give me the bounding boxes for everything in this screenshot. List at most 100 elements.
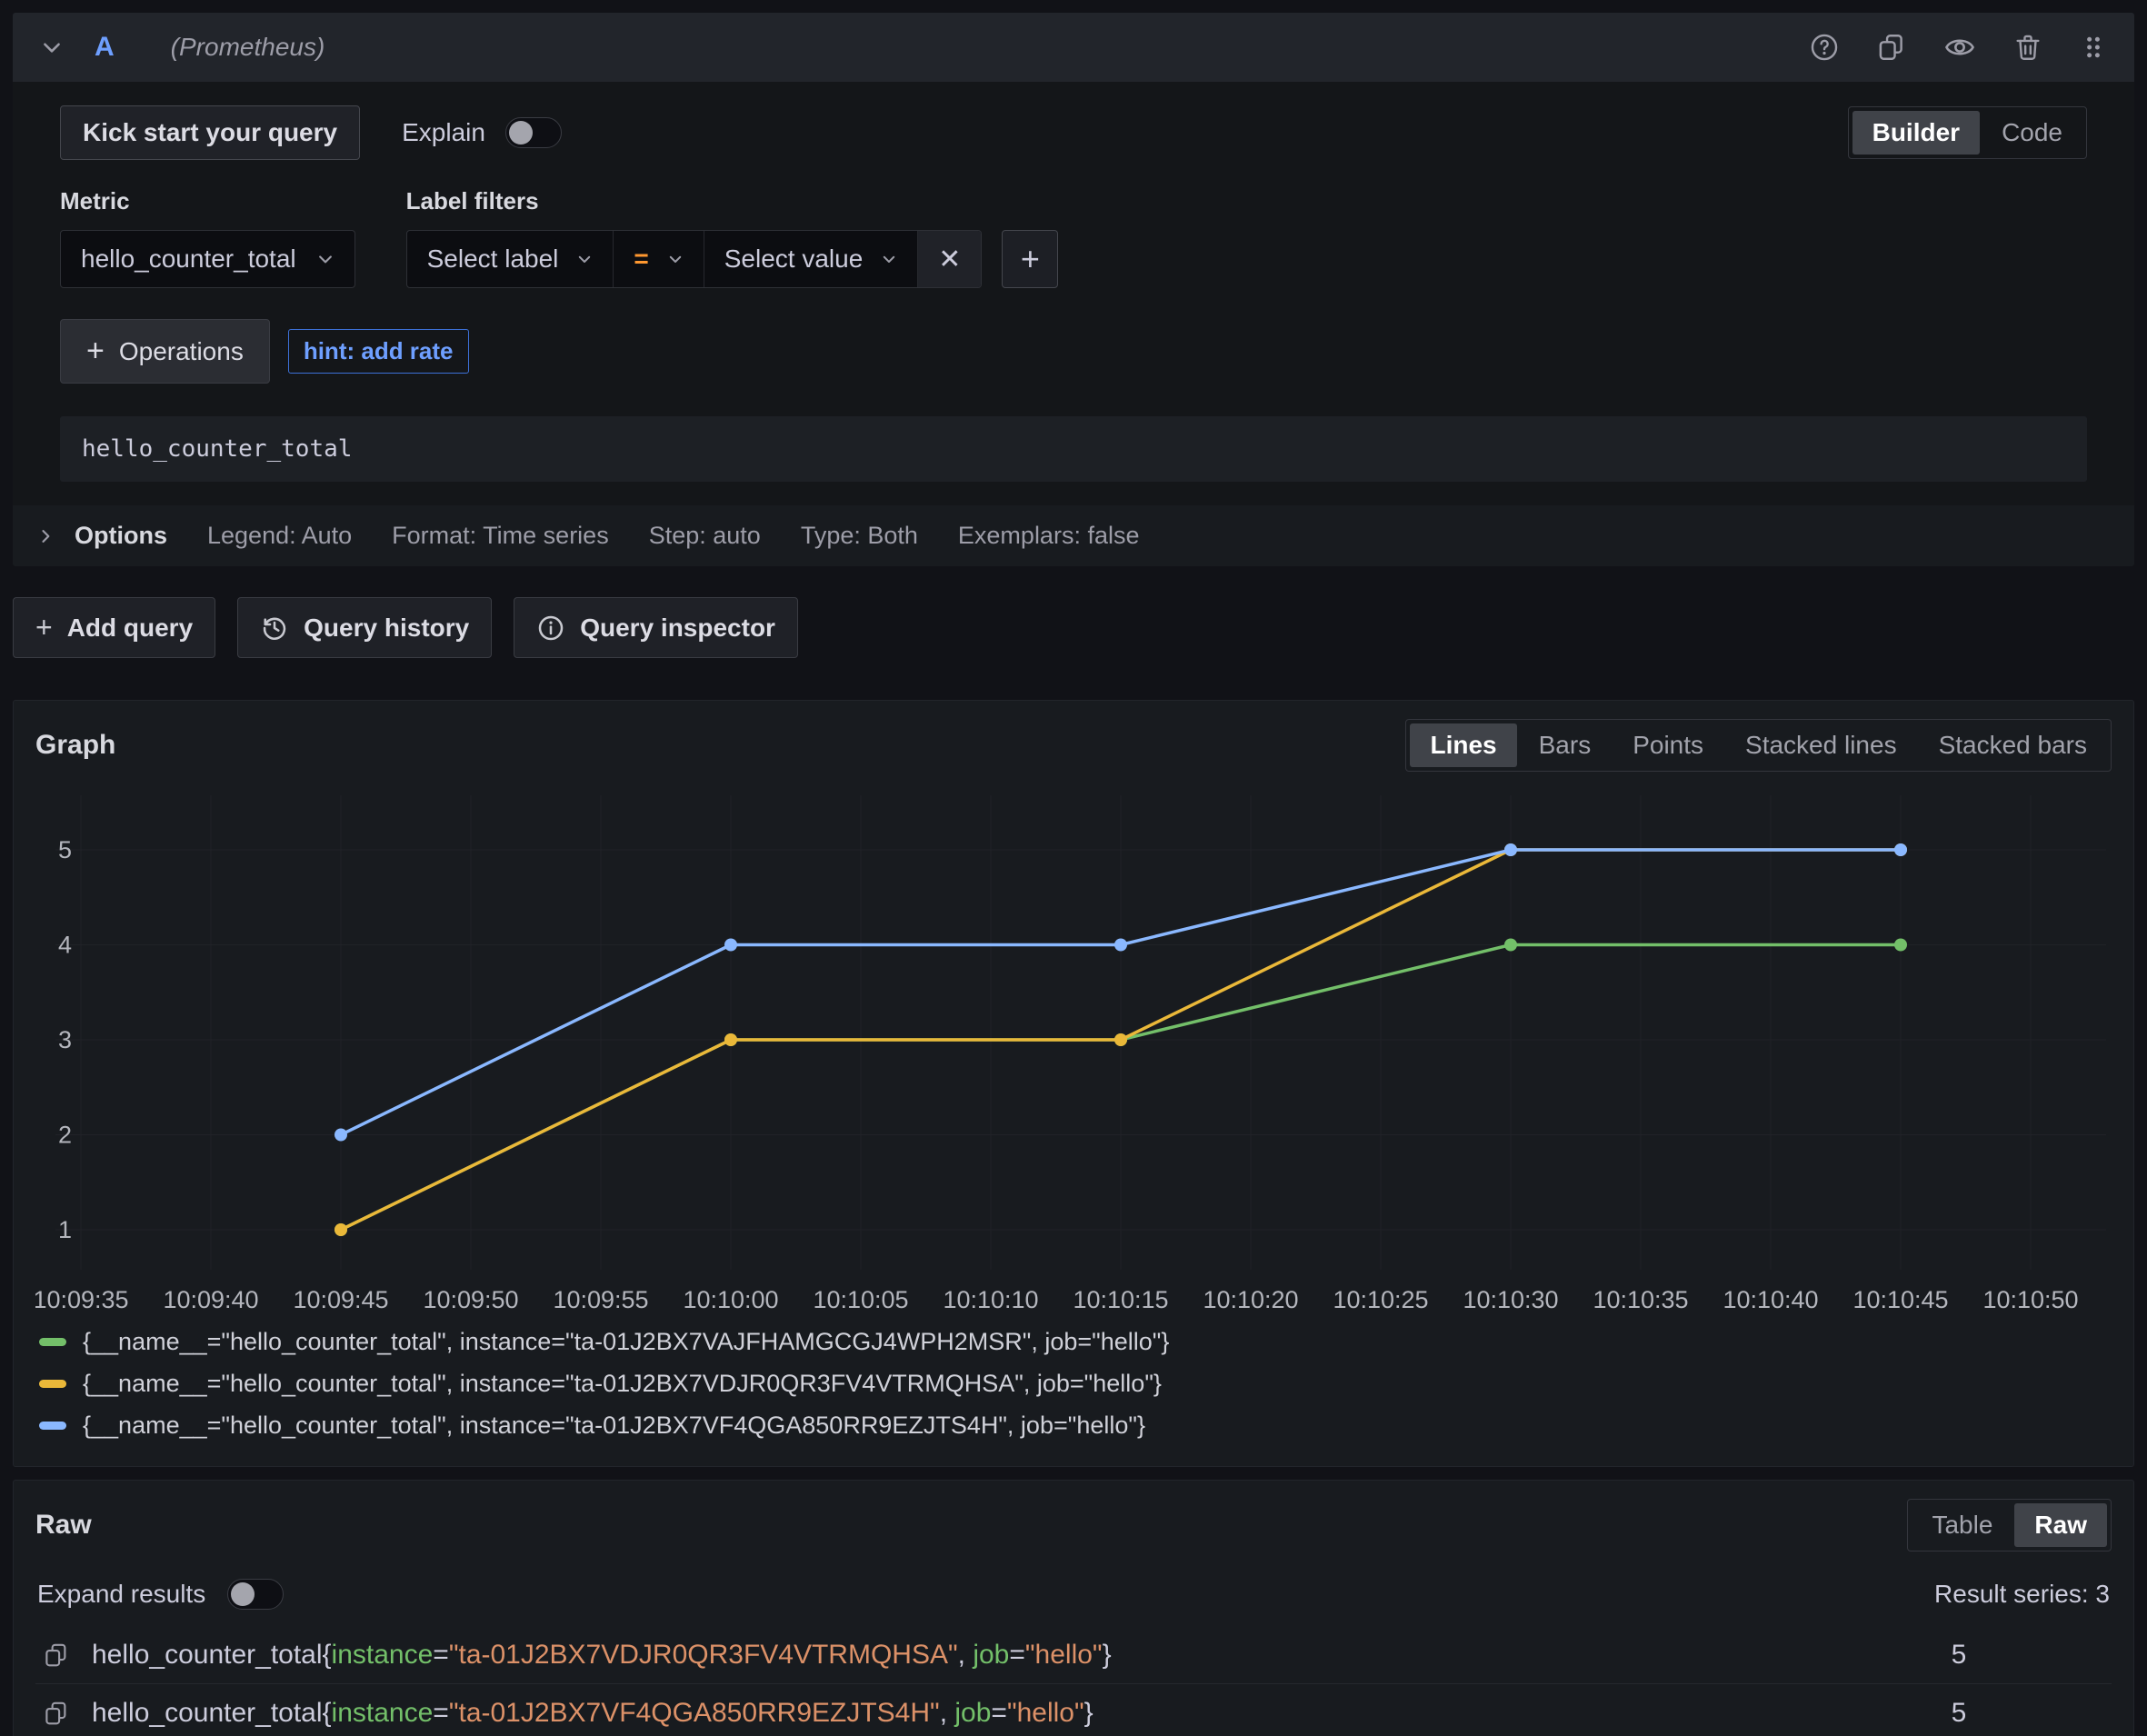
legend-label: {__name__="hello_counter_total", instanc… (83, 1370, 1162, 1398)
query-editor-body: Kick start your query Explain Builder Co… (13, 82, 2134, 566)
raw-result-row: hello_counter_total{instance="ta-01J2BX7… (35, 1684, 2112, 1736)
query-inspector-button[interactable]: Query inspector (514, 597, 798, 658)
eye-icon[interactable] (1943, 31, 1976, 64)
options-legend: Legend: Auto (207, 522, 352, 550)
x-tick-label: 10:10:10 (943, 1286, 1038, 1313)
expand-results-label: Expand results (37, 1580, 205, 1609)
tab-raw[interactable]: Raw (2014, 1503, 2107, 1547)
y-tick-label: 2 (58, 1122, 72, 1149)
x-tick-label: 10:10:15 (1073, 1286, 1168, 1313)
copy-icon[interactable] (43, 1700, 70, 1727)
options-toggle[interactable]: Options (36, 522, 167, 550)
explain-label: Explain (402, 118, 485, 147)
x-tick-label: 10:10:30 (1463, 1286, 1558, 1313)
add-query-button[interactable]: + Add query (13, 597, 215, 658)
data-point (724, 939, 737, 952)
copy-icon[interactable] (43, 1641, 70, 1669)
raw-view-switcher: Table Raw (1907, 1499, 2112, 1551)
options-step: Step: auto (649, 522, 761, 550)
duplicate-icon[interactable] (1876, 32, 1907, 63)
query-history-label: Query history (304, 614, 469, 643)
x-tick-label: 10:10:05 (813, 1286, 908, 1313)
y-tick-label: 4 (58, 932, 72, 959)
tab-builder[interactable]: Builder (1852, 111, 1980, 155)
tab-stacked-bars[interactable]: Stacked bars (1919, 723, 2107, 767)
options-label: Options (75, 522, 167, 550)
tab-bars[interactable]: Bars (1519, 723, 1612, 767)
chart-legend: {__name__="hello_counter_total", instanc… (39, 1321, 2112, 1446)
chevron-down-icon[interactable] (40, 35, 64, 59)
chevron-down-icon (881, 251, 897, 267)
remove-filter-button[interactable]: ✕ (918, 231, 981, 287)
data-point (1114, 939, 1127, 952)
legend-swatch-icon (39, 1380, 66, 1388)
legend-item[interactable]: {__name__="hello_counter_total", instanc… (39, 1362, 2112, 1404)
expand-results-toggle[interactable] (227, 1579, 284, 1610)
tab-stacked-lines[interactable]: Stacked lines (1725, 723, 1917, 767)
data-point (335, 1223, 347, 1236)
kick-start-query-button[interactable]: Kick start your query (60, 105, 360, 160)
drag-handle-icon[interactable] (2080, 34, 2107, 61)
legend-item[interactable]: {__name__="hello_counter_total", instanc… (39, 1404, 2112, 1446)
metric-select-value: hello_counter_total (81, 244, 296, 274)
label-filters-label: Label filters (406, 187, 1059, 215)
select-value-placeholder: Select value (724, 244, 864, 274)
operations-label: Operations (119, 337, 244, 366)
hint-add-rate-button[interactable]: hint: add rate (288, 329, 469, 374)
explain-toggle[interactable] (505, 117, 562, 148)
tab-table[interactable]: Table (1912, 1503, 2012, 1547)
data-point (1894, 939, 1907, 952)
select-value-dropdown[interactable]: Select value (704, 231, 919, 287)
x-tick-label: 10:09:50 (423, 1286, 518, 1313)
legend-item[interactable]: {__name__="hello_counter_total", instanc… (39, 1321, 2112, 1362)
select-label-dropdown[interactable]: Select label (407, 231, 614, 287)
result-series-count: Result series: 3 (1934, 1580, 2110, 1609)
query-inspector-label: Query inspector (580, 614, 775, 643)
options-type: Type: Both (801, 522, 918, 550)
query-preview: hello_counter_total (60, 416, 2087, 482)
tab-points[interactable]: Points (1613, 723, 1723, 767)
datasource-name: (Prometheus) (171, 33, 325, 62)
x-tick-label: 10:10:35 (1593, 1286, 1688, 1313)
query-history-button[interactable]: Query history (237, 597, 492, 658)
options-format: Format: Time series (392, 522, 609, 550)
chevron-right-icon (36, 527, 55, 545)
metric-label: Metric (60, 187, 355, 215)
y-tick-label: 1 (58, 1216, 72, 1243)
x-tick-label: 10:10:25 (1333, 1286, 1428, 1313)
operator-dropdown[interactable]: = (614, 231, 704, 287)
raw-result-row: hello_counter_total{instance="ta-01J2BX7… (35, 1626, 2112, 1684)
info-icon (536, 614, 565, 643)
metric-field: Metric hello_counter_total (60, 187, 355, 288)
x-tick-label: 10:10:00 (683, 1286, 778, 1313)
add-filter-button[interactable]: + (1002, 230, 1058, 288)
trash-icon[interactable] (2012, 32, 2043, 63)
data-point (1504, 939, 1517, 952)
tab-code[interactable]: Code (1982, 111, 2082, 155)
help-icon[interactable] (1809, 32, 1840, 63)
x-tick-label: 10:10:40 (1723, 1286, 1818, 1313)
legend-swatch-icon (39, 1422, 66, 1430)
history-icon (260, 614, 289, 643)
data-point (335, 1129, 347, 1142)
raw-panel: Raw Table Raw Expand results Result seri… (13, 1480, 2134, 1736)
graph-panel: Graph Lines Bars Points Stacked lines St… (13, 700, 2134, 1467)
options-row: Options Legend: Auto Format: Time series… (13, 505, 2134, 566)
add-query-label: Add query (67, 614, 193, 643)
metric-select[interactable]: hello_counter_total (60, 230, 355, 288)
editor-mode-switcher: Builder Code (1848, 106, 2087, 159)
x-tick-label: 10:10:45 (1852, 1286, 1948, 1313)
data-point (1894, 843, 1907, 856)
raw-result-value: 5 (1932, 1698, 1986, 1729)
x-tick-label: 10:09:45 (293, 1286, 388, 1313)
raw-panel-title: Raw (35, 1510, 92, 1541)
time-series-chart[interactable]: 10:09:3510:09:4010:09:4510:09:5010:09:55… (35, 779, 2113, 1317)
tab-lines[interactable]: Lines (1410, 723, 1516, 767)
raw-result-value: 5 (1932, 1640, 1986, 1671)
operator-value: = (634, 244, 648, 274)
y-tick-label: 5 (58, 836, 72, 863)
query-ref-id: A (95, 32, 115, 63)
graph-style-switcher: Lines Bars Points Stacked lines Stacked … (1405, 719, 2112, 772)
raw-expression: hello_counter_total{instance="ta-01J2BX7… (92, 1640, 1112, 1671)
operations-button[interactable]: + Operations (60, 319, 270, 384)
